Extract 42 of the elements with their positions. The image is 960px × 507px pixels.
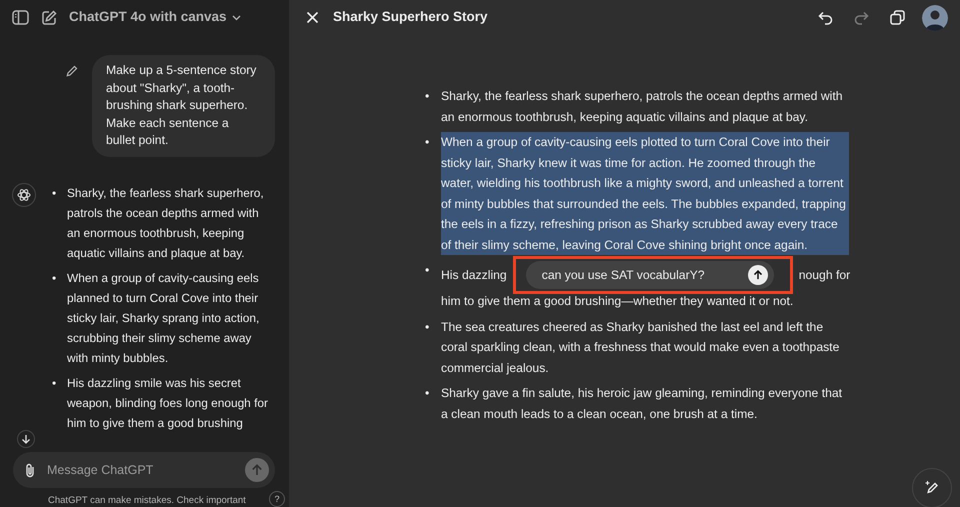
paragraph-text: Sharky gave a fin salute, his heroic jaw gleaming, reminding everyone that a clean mouth leads to a clean ocean, one brush at a time.: [441, 385, 844, 422]
bullet-text: Sharky, the fearless shark superhero, patrols the ocean depths armed with an enormous toothbrush, keeping aquatic villains and plaque at bay.: [67, 184, 265, 262]
bullet-text: When a group of cavity-causing eels planned to turn Coral Cove into their sticky lair, Sharky sprang into action, scrubbing their slimy scheme away with minty bubbles.: [67, 270, 260, 366]
message-input[interactable]: Message ChatGPT: [45, 460, 235, 480]
arrow-down-icon: [21, 434, 31, 444]
disclaimer-text: ChatGPT can make mistakes. Check important: [48, 495, 246, 507]
sidebar-toggle-icon[interactable]: [12, 10, 29, 25]
prompt-field[interactable]: can you use SAT vocabularY?: [526, 261, 774, 289]
new-chat-icon[interactable]: [41, 10, 57, 26]
arrow-up-icon: [251, 464, 263, 476]
edit-pencil-icon[interactable]: [66, 65, 78, 77]
send-button[interactable]: [748, 265, 768, 285]
prompt-input[interactable]: can you use SAT vocabularY?: [540, 264, 748, 286]
chevron-down-icon: [232, 14, 241, 20]
user-avatar[interactable]: [922, 4, 948, 30]
help-button[interactable]: ?: [269, 491, 285, 507]
close-icon[interactable]: [306, 11, 319, 24]
bullet-marker: •: [52, 270, 58, 286]
bullet-marker: •: [425, 262, 430, 279]
attach-icon[interactable]: [25, 462, 35, 478]
user-message: Make up a 5-sentence story about "Sharky", a tooth-brushing shark superhero. Make each sentence a bullet point.: [92, 55, 275, 156]
bullet-marker: •: [52, 374, 58, 392]
bullet-marker: •: [52, 184, 58, 202]
paragraph-text: Sharky, the fearless shark superhero, patrols the ocean depths armed with an enormous toothbrush, keeping aquatic villains and plaque at bay.: [441, 88, 844, 126]
bullet-marker: •: [425, 318, 430, 336]
pencil-sparkle-icon: [924, 480, 940, 496]
paragraph-text: him to give them a good brushing—whether they wanted it or not.: [441, 293, 794, 310]
canvas-title: Sharky Superhero Story: [333, 8, 489, 26]
paragraph-text: When a group of cavity-causing eels plotted to turn Coral Cove into their sticky lair, Sharky knew it was time for action. He zoomed through the water, wielding his toothbrush like a mighty sword, and unleashed a torrent of minty bubbles that surrounded the eels. The bubbles expanded, trapping the eels in a fizzy, refreshing prison as Sharky scrubbed away every trace of their slimy scheme, leaving Coral Cove shining bright once again.: [441, 132, 849, 255]
bullet-marker: •: [425, 88, 430, 105]
arrow-up-icon: [752, 270, 763, 280]
message-composer[interactable]: Message ChatGPT: [13, 452, 275, 488]
bullet-marker: •: [425, 134, 430, 151]
paragraph-text: His dazzling: [441, 266, 507, 284]
scroll-down-button[interactable]: [17, 430, 35, 448]
bullet-text: His dazzling smile was his secret weapon, blinding foes long enough for him to give them a good brushing: [67, 374, 269, 432]
edit-suggestions-button[interactable]: [912, 468, 952, 507]
bullet-marker: •: [425, 385, 430, 402]
model-selector[interactable]: ChatGPT 4o with canvas: [69, 7, 241, 28]
assistant-avatar-icon: [12, 182, 36, 206]
paragraph-text: The sea creatures cheered as Sharky banished the last eel and left the coral sparkling clean, with a freshness that would make even a toothpaste commercial jealous.: [441, 318, 840, 376]
paragraph-text: nough for: [798, 266, 850, 284]
